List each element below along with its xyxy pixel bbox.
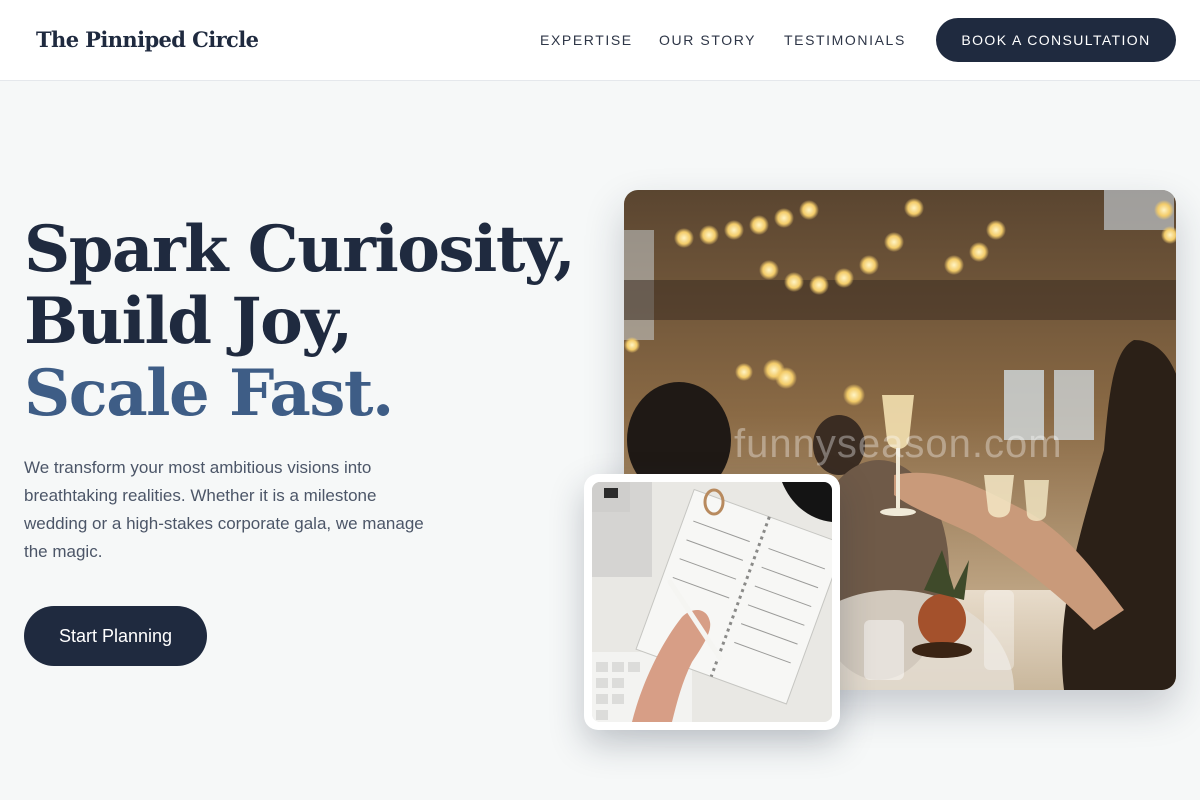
top-navigation-bar: The Pinniped Circle EXPERTISE OUR STORY … bbox=[0, 0, 1200, 81]
start-planning-button[interactable]: Start Planning bbox=[24, 606, 207, 666]
hero-title-line-2: Build Joy, bbox=[24, 284, 353, 359]
nav-link-expertise[interactable]: EXPERTISE bbox=[540, 32, 633, 48]
planner-photo-illustration bbox=[592, 482, 832, 722]
photo-watermark: funnyseason.com bbox=[734, 422, 1063, 466]
hero-title-line-3: Scale Fast. bbox=[24, 356, 394, 431]
planner-photo bbox=[592, 482, 832, 722]
nav-link-testimonials[interactable]: TESTIMONIALS bbox=[784, 32, 906, 48]
planner-photo-card bbox=[584, 474, 840, 730]
nav-link-our-story[interactable]: OUR STORY bbox=[659, 32, 756, 48]
book-consultation-button[interactable]: BOOK A CONSULTATION bbox=[936, 18, 1176, 62]
hero-description: We transform your most ambitious visions… bbox=[24, 458, 424, 561]
hero-title-line-1: Spark Curiosity, bbox=[24, 212, 576, 287]
hero-title: Spark Curiosity, Build Joy, Scale Fast. bbox=[24, 212, 576, 431]
brand-logo[interactable]: The Pinniped Circle bbox=[36, 27, 259, 52]
